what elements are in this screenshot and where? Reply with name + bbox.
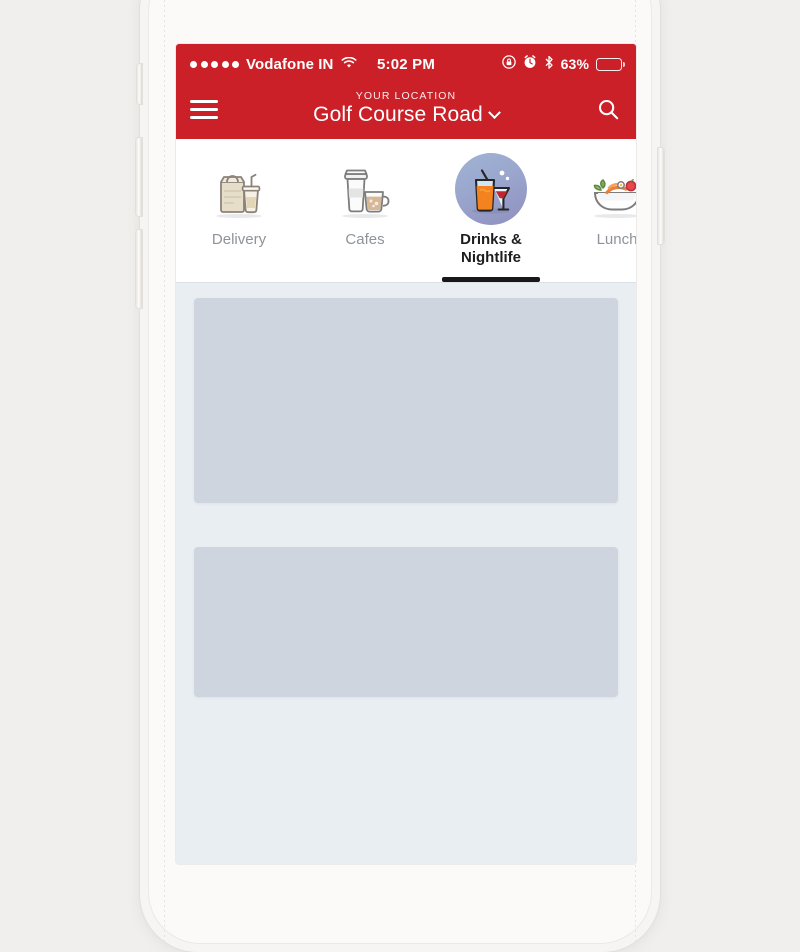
- location-name: Golf Course Road: [313, 103, 483, 127]
- carrier-name: Vodafone IN: [246, 55, 334, 73]
- tab-lunch[interactable]: Lunch: [554, 139, 636, 282]
- volume-up-button[interactable]: [136, 138, 142, 216]
- tab-drinks-nightlife[interactable]: Drinks & Nightlife: [428, 139, 554, 282]
- rotation-lock-icon: [501, 55, 516, 73]
- signal-dots-icon: [190, 60, 239, 68]
- status-bar-clock: 5:02 PM: [376, 55, 436, 73]
- active-tab-underline: [442, 277, 540, 282]
- volume-down-button[interactable]: [136, 230, 142, 308]
- battery-icon: [596, 57, 625, 71]
- wifi-icon: [341, 56, 357, 73]
- coffee-cups-icon: [337, 157, 393, 225]
- tab-label-delivery: Delivery: [211, 231, 267, 248]
- tab-label-line2: Nightlife: [461, 249, 521, 266]
- tab-delivery[interactable]: Delivery: [176, 139, 302, 282]
- power-button[interactable]: [658, 148, 664, 244]
- tab-label-drinks-nightlife: Drinks & Nightlife: [460, 231, 522, 267]
- silent-switch-button[interactable]: [137, 64, 142, 104]
- app-header-bar: YOUR LOCATION Golf Course Road: [176, 84, 636, 139]
- battery-percentage: 63%: [560, 56, 589, 72]
- delivery-bag-icon: [212, 157, 266, 225]
- tab-cafes[interactable]: Cafes: [302, 139, 428, 282]
- bluetooth-icon: [544, 55, 554, 74]
- status-bar: Vodafone IN 5:02 PM 63%: [176, 44, 636, 84]
- hamburger-menu-icon[interactable]: [190, 100, 218, 119]
- category-tab-strip[interactable]: Delivery Cafes Drinks & Nightlife Lunch: [176, 139, 636, 282]
- search-icon[interactable]: [594, 98, 622, 121]
- location-name-row[interactable]: Golf Course Road: [313, 103, 501, 127]
- restaurant-feed-list: [176, 282, 636, 697]
- drinks-glasses-icon: [455, 153, 527, 225]
- location-label: YOUR LOCATION: [355, 90, 457, 103]
- phone-device-frame: Vodafone IN 5:02 PM 63% YOUR LOCATION Go…: [136, 0, 664, 952]
- tab-label-cafes: Cafes: [345, 231, 385, 248]
- salad-bowl-icon: [589, 157, 636, 225]
- location-selector[interactable]: YOUR LOCATION Golf Course Road: [218, 90, 594, 126]
- phone-screen: Vodafone IN 5:02 PM 63% YOUR LOCATION Go…: [176, 44, 636, 864]
- tab-label-line1: Drinks &: [460, 231, 522, 248]
- list-item[interactable]: [194, 298, 618, 503]
- bezel-detail-left: [164, 0, 165, 944]
- chevron-down-icon: [487, 105, 501, 119]
- tab-label-lunch: Lunch: [596, 231, 636, 248]
- alarm-clock-icon: [523, 55, 537, 73]
- list-item[interactable]: [194, 547, 618, 697]
